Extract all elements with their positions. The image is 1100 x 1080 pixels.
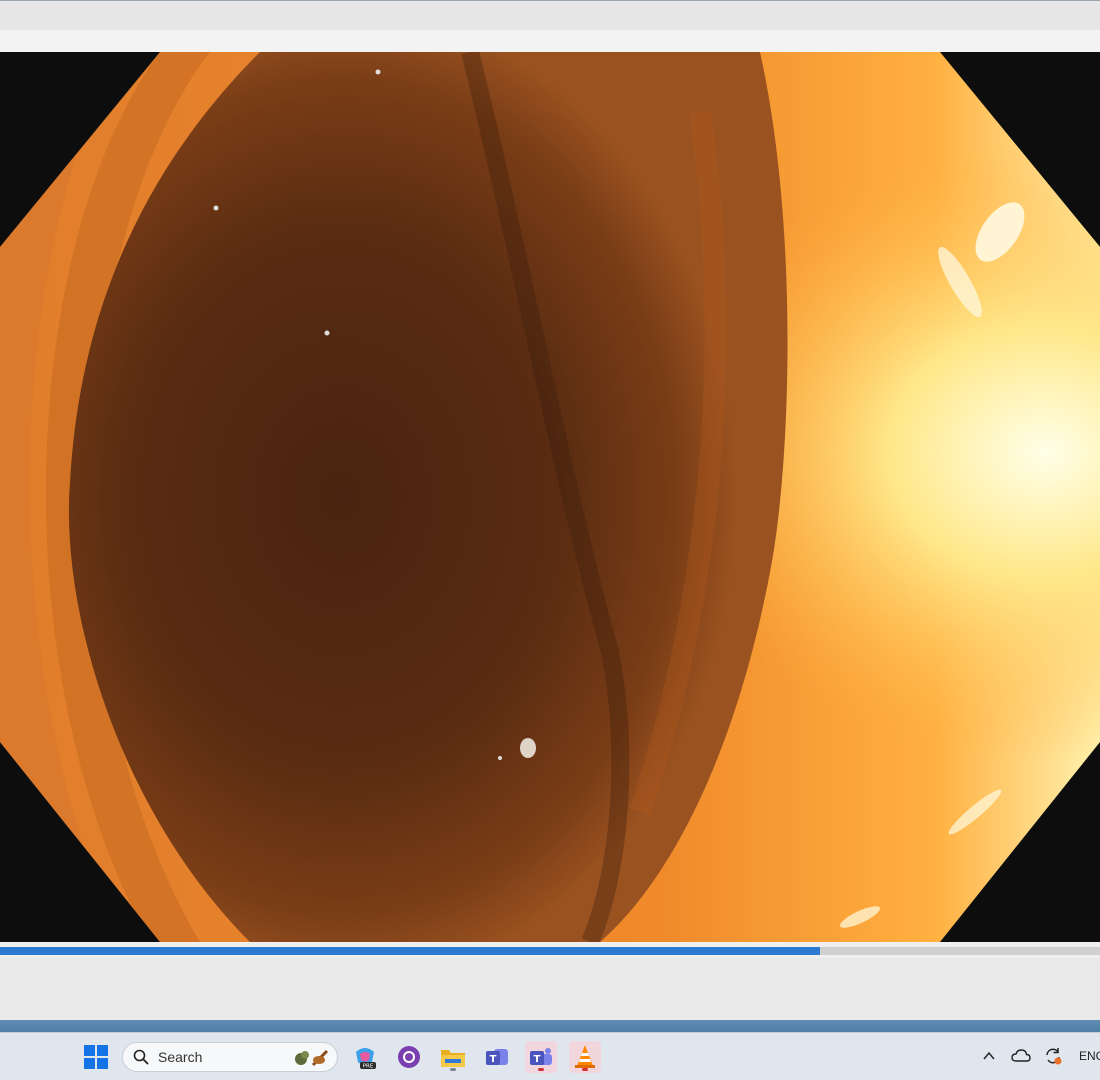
video-viewport[interactable] — [0, 52, 1100, 942]
github-icon — [398, 1046, 420, 1068]
sync-status-icon[interactable] — [1043, 1046, 1063, 1066]
input-language-indicator[interactable]: ENG — [1079, 1049, 1100, 1063]
taskbar-search-box[interactable]: Search — [122, 1042, 338, 1072]
search-icon — [133, 1049, 149, 1065]
folder-icon — [441, 1050, 465, 1067]
teams-classic-button[interactable]: T — [481, 1041, 513, 1073]
search-label: Search — [158, 1049, 203, 1065]
menu-bar[interactable] — [0, 30, 1100, 52]
desktop-wallpaper-strip — [0, 1020, 1100, 1032]
video-frame — [0, 52, 1100, 942]
taskbar: Search PRE T T EN — [0, 1032, 1100, 1080]
teams-icon: T — [486, 1049, 508, 1065]
svg-text:T: T — [490, 1054, 497, 1065]
onedrive-cloud-icon[interactable] — [1011, 1048, 1031, 1064]
seek-bar[interactable] — [0, 942, 1100, 958]
teams-icon: T — [530, 1048, 552, 1065]
running-indicator — [582, 1068, 588, 1071]
file-explorer-button[interactable] — [437, 1041, 469, 1073]
vlc-button[interactable] — [569, 1041, 601, 1073]
copilot-pre-icon: PRE — [356, 1048, 376, 1070]
svg-text:PRE: PRE — [363, 1064, 374, 1070]
window-titlebar[interactable] — [0, 0, 1100, 30]
svg-text:T: T — [534, 1054, 541, 1065]
start-button[interactable] — [80, 1041, 112, 1073]
github-desktop-button[interactable] — [393, 1041, 425, 1073]
seek-track[interactable] — [0, 947, 1100, 955]
notification-indicator — [538, 1068, 544, 1071]
windows-logo-icon — [84, 1045, 108, 1069]
teams-button[interactable]: T — [525, 1041, 557, 1073]
running-indicator — [450, 1068, 456, 1071]
seek-progress-fill — [0, 947, 820, 955]
search-highlight-icon — [295, 1049, 329, 1067]
show-hidden-icons-chevron-up-icon[interactable] — [982, 1050, 996, 1062]
playback-controls-panel — [0, 958, 1100, 1020]
vlc-cone-icon — [575, 1045, 595, 1068]
copilot-pre-button[interactable]: PRE — [349, 1041, 381, 1073]
